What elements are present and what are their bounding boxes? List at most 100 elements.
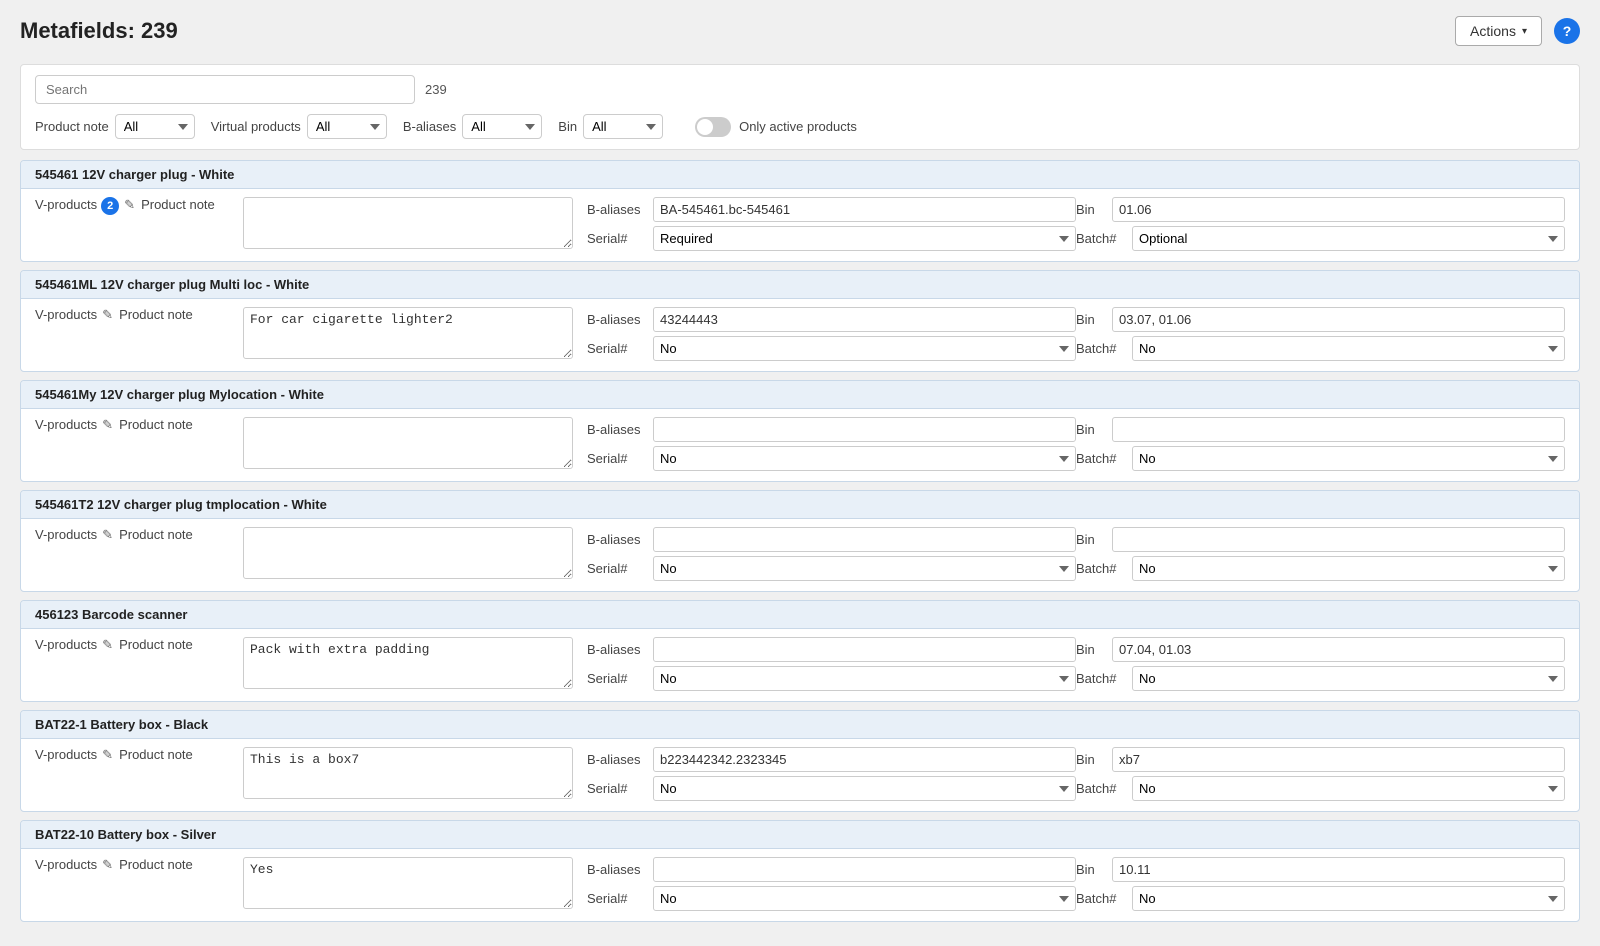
edit-icon-0[interactable]: ✎	[124, 197, 135, 213]
edit-icon-2[interactable]: ✎	[102, 417, 113, 433]
b-aliases-row-5: B-aliases	[587, 747, 1076, 772]
edit-icon-3[interactable]: ✎	[102, 527, 113, 543]
product-right-6: B-aliasesBinSerial#NoOptionalRequiredBat…	[573, 857, 1565, 911]
b-aliases-input-4[interactable]	[653, 637, 1076, 662]
bin-input-0[interactable]	[1112, 197, 1565, 222]
note-textarea-5[interactable]	[243, 747, 573, 799]
active-products-toggle[interactable]	[695, 117, 731, 137]
serial-select-4[interactable]: NoOptionalRequired	[653, 666, 1076, 691]
note-textarea-0[interactable]	[243, 197, 573, 249]
search-input[interactable]	[35, 75, 415, 104]
product-left-2: V-products✎Product note	[35, 417, 235, 433]
active-products-label: Only active products	[739, 119, 857, 134]
v-products-label-4: V-products	[35, 637, 97, 652]
batch-select-1[interactable]: NoOptionalRequired	[1132, 336, 1565, 361]
batch-label-1: Batch#	[1076, 341, 1126, 356]
serial-select-3[interactable]: NoOptionalRequired	[653, 556, 1076, 581]
b-aliases-input-0[interactable]	[653, 197, 1076, 222]
filter-virtual-products-label: Virtual products	[211, 119, 301, 134]
b-aliases-input-5[interactable]	[653, 747, 1076, 772]
edit-icon-4[interactable]: ✎	[102, 637, 113, 653]
note-textarea-4[interactable]	[243, 637, 573, 689]
toolbar-row1: 239	[35, 75, 1565, 104]
serial-select-0[interactable]: NoOptionalRequired	[653, 226, 1076, 251]
serial-select-1[interactable]: NoOptionalRequired	[653, 336, 1076, 361]
product-note-area-3	[243, 527, 573, 579]
bin-label-6: Bin	[1076, 862, 1106, 877]
product-right-1: B-aliasesBinSerial#NoOptionalRequiredBat…	[573, 307, 1565, 361]
edit-icon-1[interactable]: ✎	[102, 307, 113, 323]
batch-select-5[interactable]: NoOptionalRequired	[1132, 776, 1565, 801]
bin-input-6[interactable]	[1112, 857, 1565, 882]
b-aliases-row-1: B-aliases	[587, 307, 1076, 332]
filter-b-aliases-select[interactable]: All	[462, 114, 542, 139]
batch-label-4: Batch#	[1076, 671, 1126, 686]
b-aliases-input-2[interactable]	[653, 417, 1076, 442]
toolbar-row2: Product note All Virtual products All B-…	[35, 114, 1565, 139]
serial-select-2[interactable]: NoOptionalRequired	[653, 446, 1076, 471]
product-body-3: V-products✎Product noteB-aliasesBinSeria…	[21, 519, 1579, 591]
edit-icon-5[interactable]: ✎	[102, 747, 113, 763]
product-block: 545461My 12V charger plug Mylocation - W…	[20, 380, 1580, 482]
serial-select-5[interactable]: NoOptionalRequired	[653, 776, 1076, 801]
bin-row-1: Bin	[1076, 307, 1565, 332]
product-note-area-6	[243, 857, 573, 909]
product-note-area-5	[243, 747, 573, 799]
batch-select-6[interactable]: NoOptionalRequired	[1132, 886, 1565, 911]
serial-select-6[interactable]: NoOptionalRequired	[653, 886, 1076, 911]
b-aliases-label-2: B-aliases	[587, 422, 647, 437]
batch-label-3: Batch#	[1076, 561, 1126, 576]
product-note-label-3: Product note	[119, 527, 193, 542]
product-left-6: V-products✎Product note	[35, 857, 235, 873]
filter-product-note: Product note All	[35, 114, 195, 139]
bin-input-3[interactable]	[1112, 527, 1565, 552]
edit-icon-6[interactable]: ✎	[102, 857, 113, 873]
product-note-label-4: Product note	[119, 637, 193, 652]
b-aliases-input-6[interactable]	[653, 857, 1076, 882]
product-left-3: V-products✎Product note	[35, 527, 235, 543]
batch-label-6: Batch#	[1076, 891, 1126, 906]
note-textarea-6[interactable]	[243, 857, 573, 909]
batch-select-0[interactable]: NoOptionalRequired	[1132, 226, 1565, 251]
bin-row-4: Bin	[1076, 637, 1565, 662]
page-container: Metafields: 239 Actions ▾ ? 239 Product …	[0, 0, 1600, 946]
product-note-area-2	[243, 417, 573, 469]
help-icon[interactable]: ?	[1554, 18, 1580, 44]
note-textarea-2[interactable]	[243, 417, 573, 469]
bin-input-4[interactable]	[1112, 637, 1565, 662]
product-block: BAT22-10 Battery box - SilverV-products✎…	[20, 820, 1580, 922]
product-header-4: 456123 Barcode scanner	[21, 601, 1579, 629]
batch-row-5: Batch#NoOptionalRequired	[1076, 776, 1565, 801]
filter-virtual-products-select[interactable]: All	[307, 114, 387, 139]
note-textarea-3[interactable]	[243, 527, 573, 579]
bin-input-1[interactable]	[1112, 307, 1565, 332]
product-right-3: B-aliasesBinSerial#NoOptionalRequiredBat…	[573, 527, 1565, 581]
batch-select-3[interactable]: NoOptionalRequired	[1132, 556, 1565, 581]
bin-row-2: Bin	[1076, 417, 1565, 442]
bin-input-2[interactable]	[1112, 417, 1565, 442]
note-textarea-1[interactable]	[243, 307, 573, 359]
v-products-badge-0[interactable]: 2	[101, 197, 119, 215]
batch-select-2[interactable]: NoOptionalRequired	[1132, 446, 1565, 471]
product-body-6: V-products✎Product note B-aliasesBinSeria…	[21, 849, 1579, 921]
filter-bin-select[interactable]: All	[583, 114, 663, 139]
b-aliases-label-1: B-aliases	[587, 312, 647, 327]
batch-row-0: Batch#NoOptionalRequired	[1076, 226, 1565, 251]
product-right-0: B-aliasesBinSerial#NoOptionalRequiredBat…	[573, 197, 1565, 251]
v-products-label-0: V-products	[35, 197, 97, 212]
serial-label-0: Serial#	[587, 231, 647, 246]
product-body-4: V-products✎Product noteB-aliasesBinSeria…	[21, 629, 1579, 701]
serial-row-0: Serial# NoOptionalRequired	[587, 226, 1076, 251]
products-list: 545461 12V charger plug - WhiteV-product…	[20, 160, 1580, 930]
b-aliases-input-1[interactable]	[653, 307, 1076, 332]
product-body-0: V-products2✎Product noteB-aliasesBinSeri…	[21, 189, 1579, 261]
serial-row-2: Serial#NoOptionalRequired	[587, 446, 1076, 471]
product-header-3: 545461T2 12V charger plug tmplocation - …	[21, 491, 1579, 519]
filter-bin: Bin All	[558, 114, 663, 139]
filter-product-note-select[interactable]: All	[115, 114, 195, 139]
serial-row-4: Serial#NoOptionalRequired	[587, 666, 1076, 691]
b-aliases-input-3[interactable]	[653, 527, 1076, 552]
batch-select-4[interactable]: NoOptionalRequired	[1132, 666, 1565, 691]
actions-button[interactable]: Actions ▾	[1455, 16, 1542, 46]
bin-input-5[interactable]	[1112, 747, 1565, 772]
